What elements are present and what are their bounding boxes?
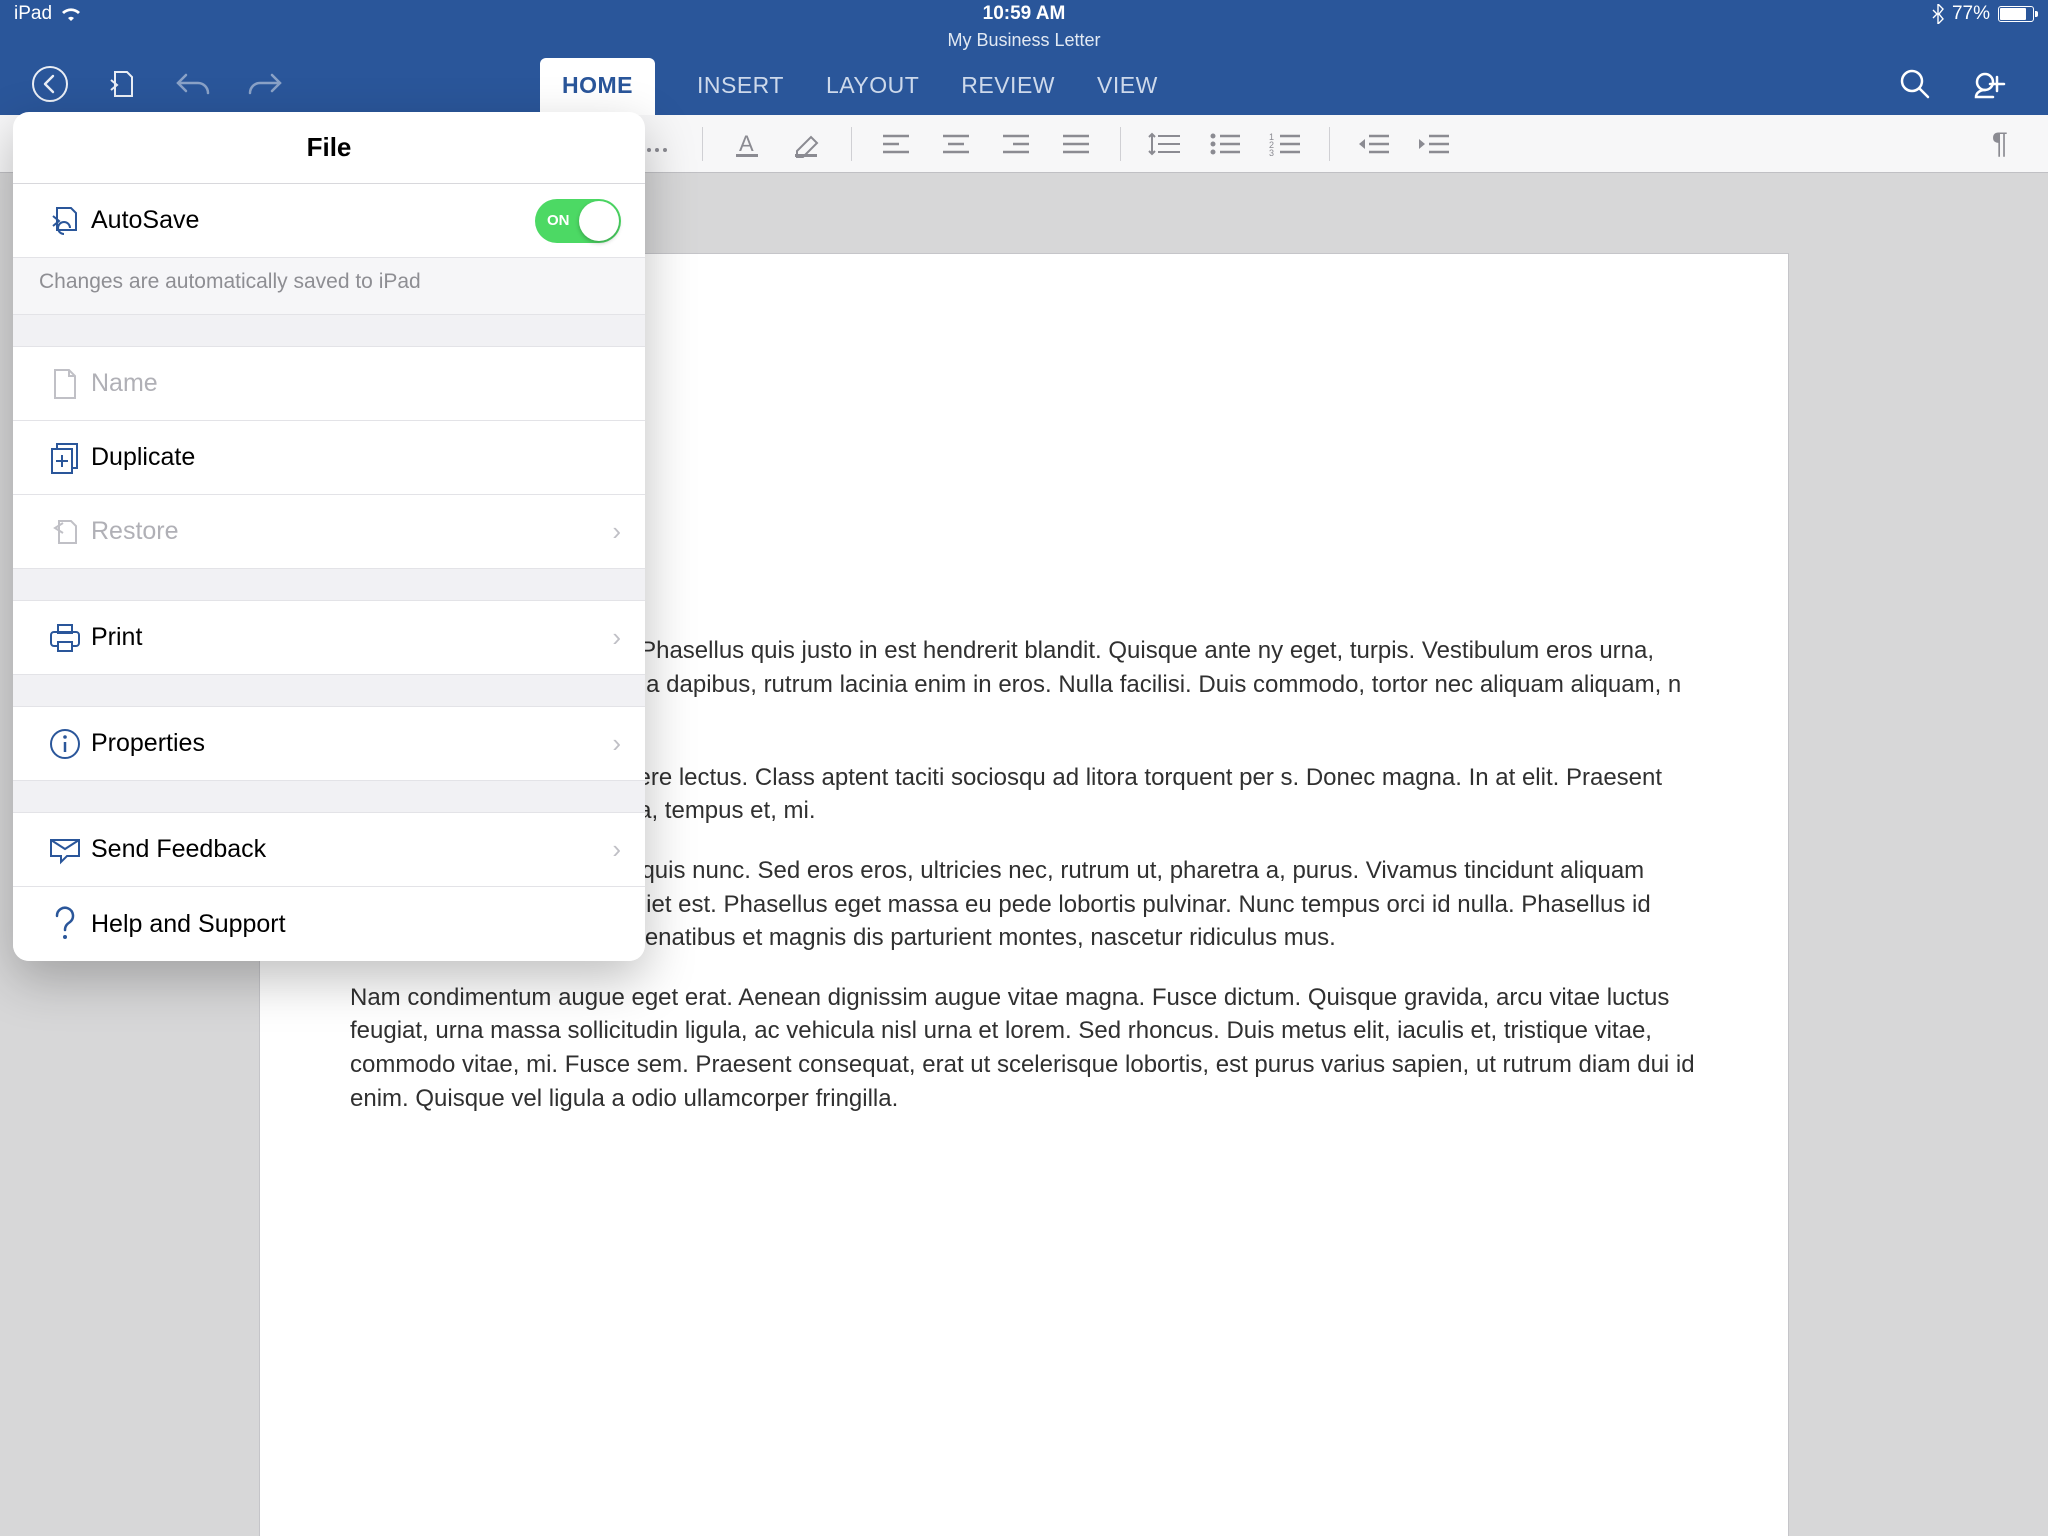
chevron-right-icon: › <box>612 622 621 653</box>
file-popover: File AutoSave ON Changes are automatical… <box>13 112 645 961</box>
restore-label: Restore <box>91 517 179 546</box>
tab-review[interactable]: REVIEW <box>961 62 1055 115</box>
print-label: Print <box>91 623 142 652</box>
tab-view[interactable]: VIEW <box>1097 62 1158 115</box>
help-icon <box>39 906 91 942</box>
properties-label: Properties <box>91 729 205 758</box>
align-center-icon[interactable] <box>938 126 974 162</box>
search-button[interactable] <box>1898 67 1932 101</box>
autosave-icon <box>39 204 91 238</box>
chevron-right-icon: › <box>612 834 621 865</box>
align-right-icon[interactable] <box>998 126 1034 162</box>
ribbon-tabs: HOME INSERT LAYOUT REVIEW VIEW <box>540 53 1158 115</box>
autosave-caption: Changes are automatically saved to iPad <box>13 258 645 315</box>
bluetooth-icon <box>1932 4 1944 24</box>
undo-button[interactable] <box>174 69 212 99</box>
tab-layout[interactable]: LAYOUT <box>826 62 919 115</box>
help-row[interactable]: Help and Support <box>13 887 645 961</box>
duplicate-label: Duplicate <box>91 443 195 472</box>
print-icon <box>39 622 91 654</box>
chevron-right-icon: › <box>612 728 621 759</box>
line-spacing-icon[interactable] <box>1147 126 1183 162</box>
svg-text:3: 3 <box>1269 148 1274 157</box>
decrease-indent-icon[interactable] <box>1356 126 1392 162</box>
feedback-label: Send Feedback <box>91 835 266 864</box>
name-label: Name <box>91 369 158 398</box>
redo-button[interactable] <box>246 69 284 99</box>
restore-icon <box>39 515 91 549</box>
document-icon <box>39 367 91 401</box>
bullet-list-icon[interactable] <box>1207 126 1243 162</box>
number-list-icon[interactable]: 123 <box>1267 126 1303 162</box>
document-title: My Business Letter <box>0 28 2048 53</box>
restore-row: Restore › <box>13 495 645 569</box>
duplicate-row[interactable]: Duplicate <box>13 421 645 495</box>
autosave-toggle[interactable]: ON <box>535 199 621 243</box>
info-icon <box>39 727 91 761</box>
feedback-row[interactable]: Send Feedback › <box>13 813 645 887</box>
duplicate-icon <box>39 441 91 475</box>
font-color-icon[interactable]: A <box>729 126 765 162</box>
menu-bar: HOME INSERT LAYOUT REVIEW VIEW <box>0 53 2048 115</box>
name-row: Name <box>13 347 645 421</box>
print-row[interactable]: Print › <box>13 601 645 675</box>
status-time: 10:59 AM <box>983 3 1066 25</box>
ios-status-bar: iPad 10:59 AM 77% <box>0 0 2048 28</box>
svg-text:A: A <box>739 131 754 156</box>
tab-insert[interactable]: INSERT <box>697 62 784 115</box>
file-button[interactable] <box>104 66 140 102</box>
autosave-label: AutoSave <box>91 206 199 235</box>
share-button[interactable] <box>1972 67 2008 101</box>
highlight-icon[interactable] <box>789 126 825 162</box>
wifi-icon <box>60 6 82 22</box>
feedback-icon <box>39 835 91 865</box>
body-paragraph: Nam condimentum augue eget erat. Aenean … <box>350 981 1698 1115</box>
autosave-row: AutoSave ON <box>13 184 645 258</box>
properties-row[interactable]: Properties › <box>13 707 645 781</box>
paragraph-marks-icon[interactable]: ¶ <box>1992 127 2008 161</box>
align-justify-icon[interactable] <box>1058 126 1094 162</box>
back-button[interactable] <box>30 64 70 104</box>
battery-icon <box>1998 6 2034 22</box>
popover-title: File <box>13 112 645 184</box>
align-left-icon[interactable] <box>878 126 914 162</box>
battery-pct: 77% <box>1952 3 1990 25</box>
carrier-label: iPad <box>14 3 52 25</box>
more-formatting-icon[interactable] <box>640 126 676 162</box>
help-label: Help and Support <box>91 910 286 939</box>
chevron-right-icon: › <box>612 516 621 547</box>
tab-home[interactable]: HOME <box>540 58 655 115</box>
increase-indent-icon[interactable] <box>1416 126 1452 162</box>
